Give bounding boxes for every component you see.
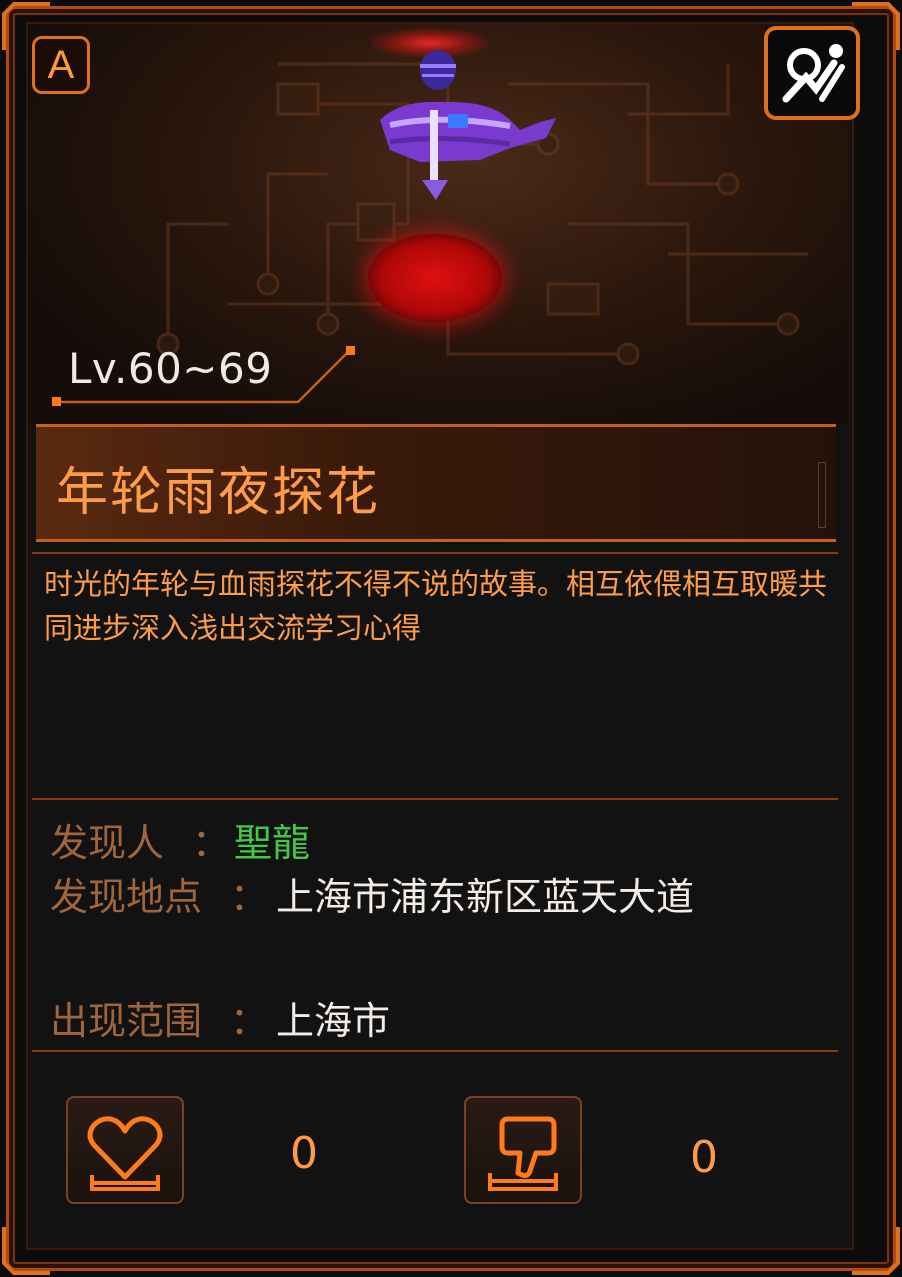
location-label: 发现地点 bbox=[50, 875, 203, 919]
location-value: 上海市浦东新区蓝天大道 bbox=[276, 875, 695, 919]
dislike-button[interactable] bbox=[464, 1096, 582, 1204]
monster-description: 时光的年轮与血雨探花不得不说的故事。相互依偎相互取暖共同进步深入浅出交流学习心得 bbox=[44, 567, 828, 645]
corner-decoration-bottom-left bbox=[2, 1227, 50, 1275]
level-range: Lv.60~69 bbox=[68, 344, 273, 393]
discoverer-label: 发现人 bbox=[50, 821, 165, 865]
discoverer-name[interactable]: 聖龍 bbox=[234, 812, 310, 867]
divider-middle bbox=[32, 798, 838, 800]
monster-sprite[interactable] bbox=[360, 30, 560, 210]
card-frame: A Lv.60~69 年轮雨夜探花 时光的年轮与血雨探花不得不说的故事。相互依偎… bbox=[0, 0, 902, 1277]
title-bar-handle bbox=[818, 462, 826, 528]
location-colon: ： bbox=[230, 875, 269, 919]
range-colon: ： bbox=[230, 999, 269, 1043]
corner-decoration-top-right bbox=[852, 2, 900, 50]
monster-name: 年轮雨夜探花 bbox=[56, 463, 381, 523]
like-count: 0 bbox=[290, 1128, 318, 1179]
divider-top bbox=[32, 552, 838, 554]
corner-decoration-bottom-right bbox=[852, 1227, 900, 1275]
range-value: 上海市 bbox=[276, 999, 391, 1043]
like-button[interactable] bbox=[66, 1096, 184, 1204]
corner-decoration-top-left bbox=[2, 2, 50, 50]
thumbs-down-icon bbox=[488, 1116, 558, 1191]
range-label: 出现范围 bbox=[50, 999, 203, 1043]
dislike-count: 0 bbox=[690, 1132, 718, 1183]
red-portal bbox=[368, 234, 502, 322]
heart-icon bbox=[87, 1116, 163, 1191]
discoverer-colon: ： bbox=[192, 821, 231, 865]
avatar-icon bbox=[782, 44, 845, 103]
divider-bottom bbox=[32, 1050, 838, 1052]
